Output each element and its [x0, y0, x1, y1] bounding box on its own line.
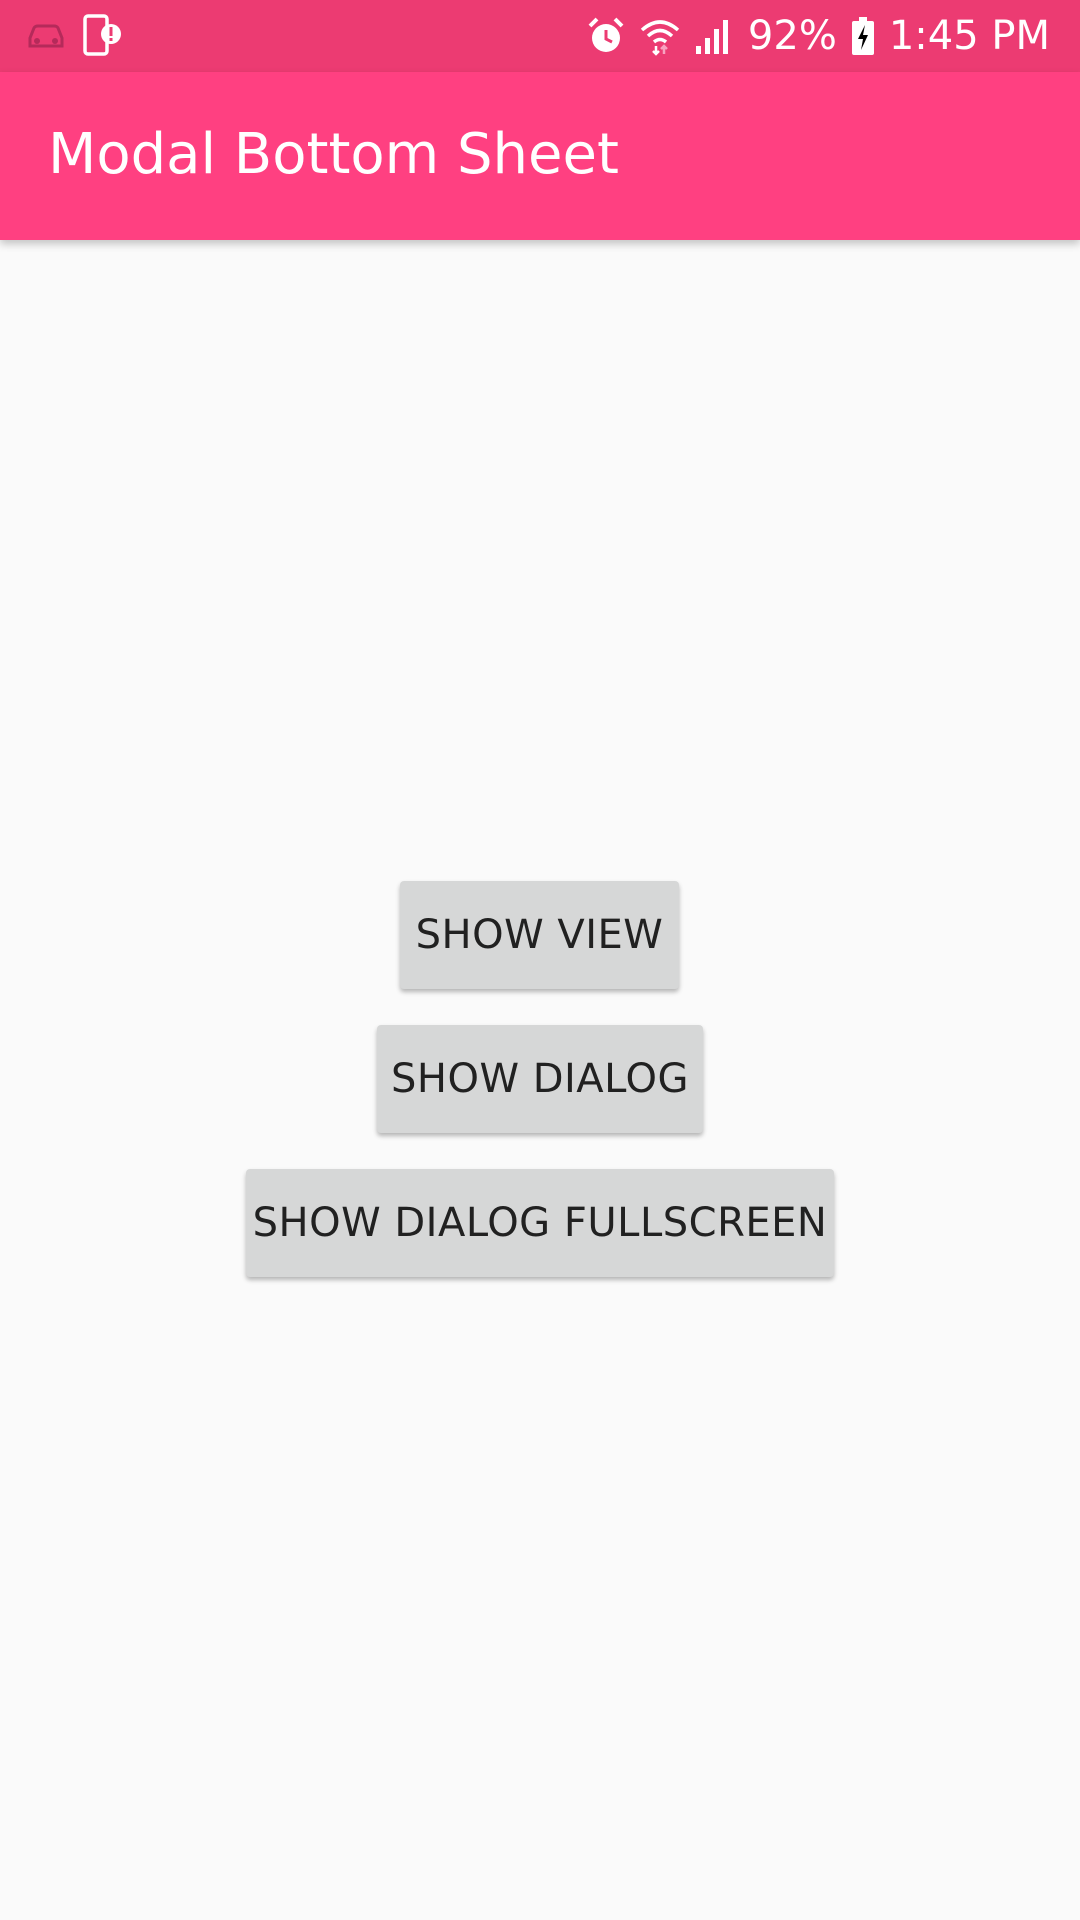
- car-mode-icon: [26, 22, 66, 50]
- alarm-icon: [586, 16, 626, 56]
- status-right-icons: 92% 1:45 PM: [586, 10, 1050, 62]
- battery-percent: 92%: [747, 13, 837, 59]
- status-left-icons: [26, 14, 122, 58]
- clock: 1:45 PM: [888, 13, 1050, 59]
- wifi-icon: [640, 16, 680, 56]
- show-dialog-fullscreen-button[interactable]: SHOW DIALOG FULLSCREEN: [246, 1169, 834, 1277]
- main-content: SHOW VIEW SHOW DIALOG SHOW DIALOG FULLSC…: [0, 240, 1080, 1920]
- show-dialog-button[interactable]: SHOW DIALOG: [377, 1025, 703, 1133]
- phone-alert-icon: [82, 14, 122, 58]
- app-bar: Modal Bottom Sheet: [0, 72, 1080, 240]
- page-title: Modal Bottom Sheet: [48, 122, 619, 187]
- status-bar: 92% 1:45 PM: [0, 0, 1080, 72]
- battery-charging-icon: [851, 16, 875, 56]
- signal-icon: [694, 16, 734, 56]
- show-view-button[interactable]: SHOW VIEW: [400, 881, 679, 989]
